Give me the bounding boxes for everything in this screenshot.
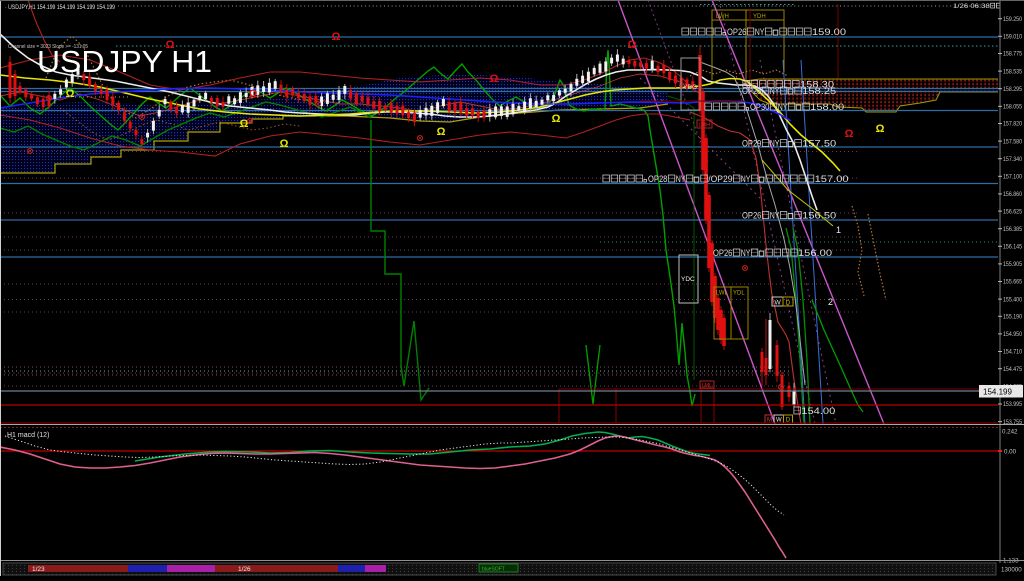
svg-text:Channel size = 3023 Slope >= -: Channel size = 3023 Slope >= -131.05 <box>8 44 88 50</box>
svg-text:OP30: OP30 <box>750 102 769 112</box>
svg-text:Ω: Ω <box>280 138 289 150</box>
svg-text:NY: NY <box>770 86 780 96</box>
svg-text:Ω: Ω <box>876 123 885 135</box>
svg-text:NY: NY <box>741 174 751 184</box>
svg-text:155.905: 155.905 <box>1003 261 1022 268</box>
svg-text:0.242: 0.242 <box>1002 429 1018 436</box>
svg-text:NY: NY <box>770 211 780 221</box>
svg-text:YDC: YDC <box>681 276 695 283</box>
svg-text:Ω: Ω <box>437 126 446 138</box>
svg-text:156.50: 156.50 <box>802 211 836 221</box>
svg-text:159.00: 159.00 <box>812 27 846 37</box>
svg-text:0.00: 0.00 <box>1004 449 1017 456</box>
svg-text:NY: NY <box>770 139 780 149</box>
svg-text:159.010: 159.010 <box>1003 34 1022 41</box>
svg-text:YDH: YDH <box>753 14 766 20</box>
svg-text:LML: LML <box>702 383 713 389</box>
svg-text:LWL: LWL <box>716 291 729 297</box>
svg-text:156.00: 156.00 <box>798 248 832 258</box>
svg-text:157.00: 157.00 <box>815 174 849 184</box>
svg-text:2: 2 <box>828 297 833 307</box>
svg-text:1/23: 1/23 <box>32 566 45 573</box>
svg-text:158.00: 158.00 <box>810 102 844 112</box>
svg-text:1: 1 <box>836 225 841 235</box>
svg-text:154.710: 154.710 <box>1003 349 1022 356</box>
svg-text:NY: NY <box>676 174 686 184</box>
svg-text:157.580: 157.580 <box>1003 138 1022 145</box>
svg-text:157.820: 157.820 <box>1003 121 1022 128</box>
svg-text:YDL: YDL <box>733 291 745 297</box>
svg-text:1/26: 1/26 <box>238 566 251 573</box>
svg-text:Ω: Ω <box>249 88 258 100</box>
svg-text:OP28: OP28 <box>648 174 667 184</box>
svg-text:OP26: OP26 <box>727 27 746 37</box>
svg-text:130000: 130000 <box>1001 567 1022 574</box>
svg-text:W: W <box>775 300 782 307</box>
svg-text:blueSOFT: blueSOFT <box>482 566 505 572</box>
svg-text:OP26: OP26 <box>713 248 732 258</box>
svg-text:· USDJPY,H1 154.199 154.199 1: · USDJPY,H1 154.199 154.199 154.199 154.… <box>5 5 116 11</box>
svg-text:156.145: 156.145 <box>1003 244 1022 251</box>
svg-text:1/26 06:38: 1/26 06:38 <box>953 3 990 10</box>
svg-text:158.535: 158.535 <box>1003 68 1022 75</box>
svg-text:155.400: 155.400 <box>1003 296 1022 303</box>
svg-text:OP26: OP26 <box>742 211 761 221</box>
svg-text:159.250: 159.250 <box>1003 16 1022 23</box>
svg-text:155.665: 155.665 <box>1003 279 1022 286</box>
svg-text:LMH: LMH <box>699 123 711 129</box>
svg-text:YDO: YDO <box>683 84 697 91</box>
svg-text:LWH: LWH <box>716 14 729 20</box>
svg-text:154.00: 154.00 <box>801 406 835 416</box>
svg-text:158.055: 158.055 <box>1003 104 1022 111</box>
svg-text:NY: NY <box>755 27 765 37</box>
svg-text:157.50: 157.50 <box>802 139 836 149</box>
svg-text:H1 macd (12): H1 macd (12) <box>7 432 49 439</box>
svg-text:154.475: 154.475 <box>1003 366 1022 373</box>
svg-text:158.775: 158.775 <box>1003 51 1022 58</box>
svg-text:158.295: 158.295 <box>1003 86 1022 93</box>
svg-text:156.860: 156.860 <box>1003 191 1022 198</box>
svg-text:Ω: Ω <box>628 39 637 51</box>
svg-text:155.190: 155.190 <box>1003 314 1022 321</box>
svg-text:NY: NY <box>741 248 751 258</box>
svg-text:Ω: Ω <box>845 128 854 140</box>
svg-text:OP29: OP29 <box>742 139 761 149</box>
svg-text:Ω: Ω <box>332 31 341 43</box>
svg-text:156.385: 156.385 <box>1003 226 1022 233</box>
svg-text:157.340: 157.340 <box>1003 156 1022 163</box>
svg-text:153.995: 153.995 <box>1003 401 1022 408</box>
svg-text:158.25: 158.25 <box>802 86 836 96</box>
svg-text:154.199: 154.199 <box>983 388 1012 397</box>
svg-text:154.950: 154.950 <box>1003 331 1022 338</box>
svg-text:Ω: Ω <box>552 113 561 125</box>
svg-text:Ω: Ω <box>490 73 499 85</box>
svg-text:OP28: OP28 <box>742 86 761 96</box>
svg-text:156.625: 156.625 <box>1003 208 1022 215</box>
svg-text:NY: NY <box>778 102 788 112</box>
svg-text:D: D <box>786 300 791 307</box>
svg-text:/OP29: /OP29 <box>708 174 732 184</box>
svg-text:157.100: 157.100 <box>1003 174 1022 181</box>
svg-text:Ω: Ω <box>66 88 75 100</box>
